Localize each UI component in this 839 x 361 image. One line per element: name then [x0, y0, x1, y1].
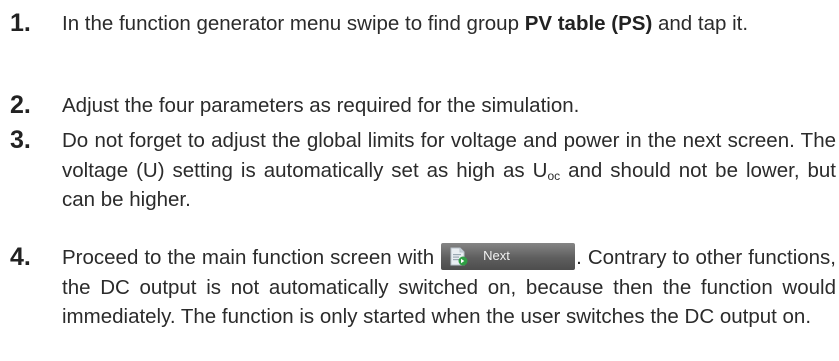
step-text-before: In the function generator menu swipe to … — [62, 12, 525, 35]
step-text: In the function generator menu swipe to … — [62, 9, 836, 39]
step-text-after: and tap it. — [652, 12, 749, 35]
step-text-before: Proceed to the main function screen with — [62, 246, 441, 269]
voltage-subscript: oc — [547, 168, 561, 183]
step-text: Proceed to the main function screen with… — [62, 243, 836, 332]
step-number: 3. — [10, 126, 31, 154]
next-button[interactable]: Next — [441, 243, 576, 270]
next-button-label: Next — [483, 248, 510, 263]
step-number: 4. — [10, 243, 31, 271]
group-name-bold: PV table (PS) — [524, 12, 653, 35]
instruction-list: 1. In the function generator menu swipe … — [0, 0, 839, 361]
step-text: Adjust the four parameters as required f… — [62, 94, 580, 117]
step-number: 1. — [10, 9, 31, 37]
step-number: 2. — [10, 91, 31, 119]
step-text: Do not forget to adjust the global limit… — [62, 126, 836, 215]
document-next-icon — [450, 247, 468, 266]
